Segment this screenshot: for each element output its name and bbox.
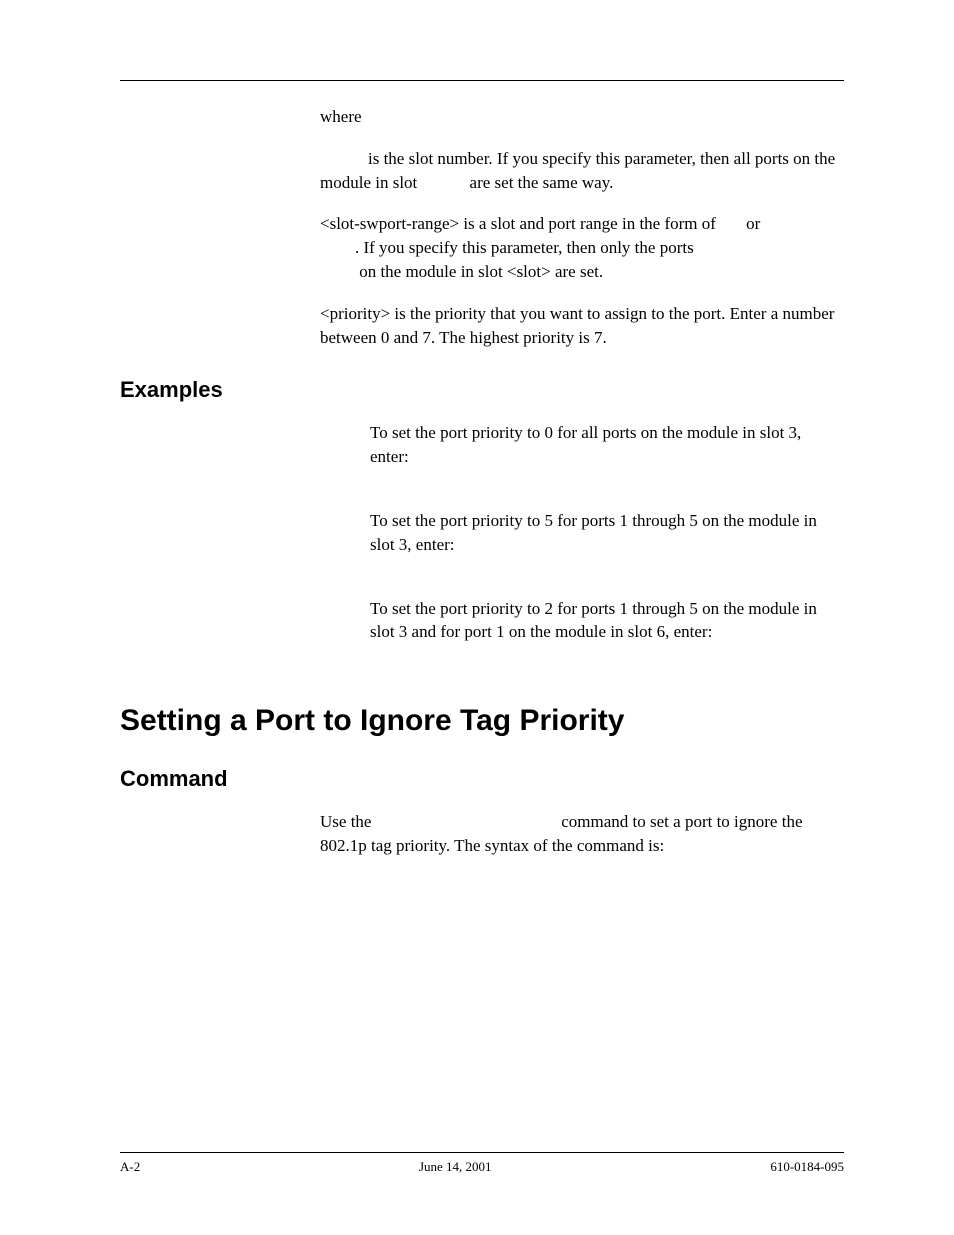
footer-right: 610-0184-095 (770, 1159, 844, 1175)
slot-paragraph: <slot> is the slot number. If you specif… (320, 147, 844, 195)
priority-paragraph: <priority> is the priority that you want… (320, 302, 844, 350)
top-rule (120, 80, 844, 81)
cmd-use-a: Use the (320, 812, 371, 831)
command-heading: Command (120, 766, 844, 792)
setting-heading: Setting a Port to Ignore Tag Priority (120, 704, 844, 738)
example-1: To set the port priority to 0 for all po… (370, 421, 844, 469)
where-label: where (320, 105, 844, 129)
footer: A-2 June 14, 2001 610-0184-095 (120, 1152, 844, 1175)
page: where <slot> is the slot number. If you … (0, 0, 954, 1235)
range-text-a: <slot-swport-range> is a slot and port r… (320, 214, 716, 233)
command-paragraph: Use the set port ignore-tag-priority com… (320, 810, 844, 858)
range-or: or (746, 214, 760, 233)
examples-heading: Examples (120, 377, 844, 403)
footer-row: A-2 June 14, 2001 610-0184-095 (120, 1159, 844, 1175)
body-block: where <slot> is the slot number. If you … (320, 105, 844, 349)
footer-left: A-2 (120, 1159, 140, 1175)
footer-rule (120, 1152, 844, 1153)
slot-text-b: are set the same way. (470, 173, 614, 192)
range-paragraph: <slot-swport-range> is a slot and port r… (320, 212, 844, 283)
example-2: To set the port priority to 5 for ports … (370, 509, 844, 557)
range-text-c: on the module in slot <slot> are set. (359, 262, 603, 281)
range-text-b: . If you specify this parameter, then on… (355, 238, 694, 257)
cmd-use-b: command to set a port to ignore the 802.… (320, 812, 803, 855)
example-3: To set the port priority to 2 for ports … (370, 597, 844, 645)
command-body: Use the set port ignore-tag-priority com… (320, 810, 844, 858)
examples-block: To set the port priority to 0 for all po… (370, 421, 844, 644)
footer-center: June 14, 2001 (419, 1159, 492, 1175)
